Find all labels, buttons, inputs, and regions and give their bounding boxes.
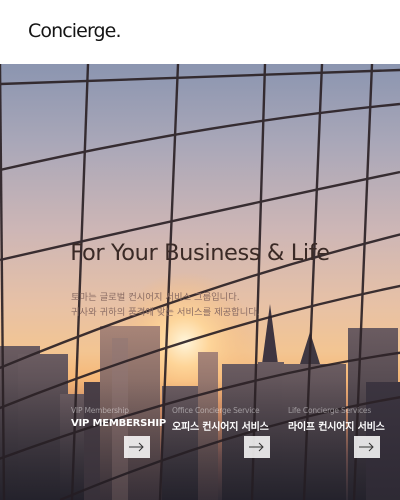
service-subtitle: VIP Membership <box>71 406 129 415</box>
site-header: Concierge. <box>0 0 400 64</box>
hero-title: For Your Business & Life <box>70 240 330 266</box>
service-card-life[interactable]: Life Concierge Services 라이프 컨시어지 서비스 <box>288 406 400 466</box>
service-subtitle: Office Concierge Service <box>172 406 260 415</box>
service-title: 오피스 컨시어지 서비스 <box>172 422 269 433</box>
hero-banner: For Your Business & Life 토마는 글로벌 컨시어지 서비… <box>0 64 400 500</box>
service-subtitle: Life Concierge Services <box>288 406 372 415</box>
hero-description: 토마는 글로벌 컨시어지 서비스 그룹입니다. 귀사와 귀하의 품격에 맞는 서… <box>71 291 331 320</box>
service-card-office[interactable]: Office Concierge Service 오피스 컨시어지 서비스 <box>172 406 290 466</box>
page: Concierge. For Your Business & Life 토마는 … <box>0 0 400 500</box>
logo[interactable]: Concierge. <box>28 20 122 42</box>
hero-description-line-2: 귀사와 귀하의 품격에 맞는 서비스를 제공합니다. <box>71 306 260 318</box>
arrow-right-icon[interactable] <box>124 436 150 458</box>
service-title: 라이프 컨시어지 서비스 <box>288 422 385 433</box>
service-title: VIP MEMBERSHIP <box>71 418 166 429</box>
hero-description-line-1: 토마는 글로벌 컨시어지 서비스 그룹입니다. <box>71 292 240 303</box>
arrow-right-icon[interactable] <box>354 436 380 458</box>
arrow-right-icon[interactable] <box>244 436 270 458</box>
hero-content: For Your Business & Life 토마는 글로벌 컨시어지 서비… <box>0 64 400 500</box>
